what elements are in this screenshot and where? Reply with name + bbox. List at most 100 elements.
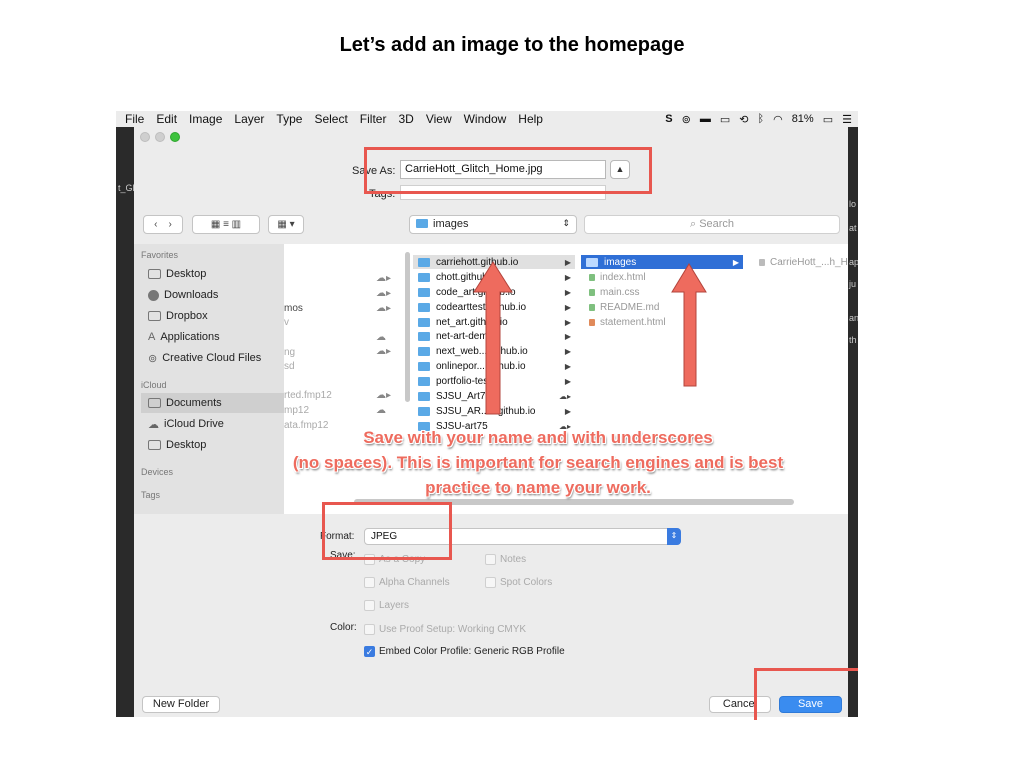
folder-name: SJSU_AR...4.github.io (436, 405, 536, 417)
css-file-icon (589, 288, 595, 296)
file-row[interactable]: statement.html (589, 315, 666, 329)
list-item[interactable]: mos (284, 303, 303, 314)
vertical-scrollbar[interactable] (405, 252, 410, 402)
favorites-heading: Favorites (141, 250, 179, 260)
notification-icon[interactable]: ☰ (842, 113, 852, 126)
sidebar-item-label: Dropbox (166, 310, 208, 322)
zoom-window-button[interactable] (170, 132, 180, 142)
menu-layer[interactable]: Layer (228, 112, 270, 126)
minimize-window-button[interactable] (155, 132, 165, 142)
sidebar-item-documents[interactable]: Documents (141, 393, 284, 413)
checkbox-label: Notes (500, 554, 527, 565)
s-icon[interactable]: S (665, 113, 672, 125)
layers-checkbox[interactable]: Layers (364, 600, 409, 611)
checkbox-label: Embed Color Profile: Generic RGB Profile (379, 646, 565, 657)
chevron-updown-icon: ⇕ (667, 528, 681, 545)
creative-cloud-icon[interactable]: ⊚ (682, 113, 691, 126)
sidebar-item-dropbox[interactable]: Dropbox (141, 306, 284, 326)
folder-icon (418, 331, 430, 341)
back-forward-buttons[interactable]: ‹ › (143, 215, 183, 234)
html-file-icon (589, 318, 595, 326)
menu-window[interactable]: Window (458, 112, 513, 126)
cloud-download-icon[interactable]: ☁▸ (376, 288, 391, 299)
folder-row[interactable]: carriehott.github.io ▶ (413, 255, 575, 269)
folder-name: next_web....github.io (436, 345, 528, 357)
view-mode-buttons[interactable]: ▦ ≡ ▥ (192, 215, 260, 234)
menu-select[interactable]: Select (308, 112, 353, 126)
sidebar-item-label: iCloud Drive (164, 418, 224, 430)
folder-row[interactable]: onlinepor....github.io ▶ (413, 359, 575, 373)
menu-help[interactable]: Help (512, 112, 549, 126)
menu-3d[interactable]: 3D (392, 112, 419, 126)
folder-row[interactable]: code_art.github.io ▶ (413, 285, 575, 299)
cloud-download-icon[interactable]: ☁ (376, 332, 386, 343)
menu-type[interactable]: Type (270, 112, 308, 126)
menu-view[interactable]: View (420, 112, 458, 126)
menu-edit[interactable]: Edit (150, 112, 183, 126)
file-row[interactable]: CarrieHott_...h_H (759, 255, 848, 269)
folder-row[interactable]: portfolio-test ▶ (413, 374, 575, 388)
search-input[interactable]: ⌕ Search (584, 215, 840, 234)
folder-row[interactable]: SJSU_Art74 ☁▸ (413, 389, 575, 403)
folder-icon (416, 219, 428, 228)
cloud-download-icon[interactable]: ☁▸ (376, 303, 391, 314)
airplay-icon[interactable]: ▭ (720, 113, 730, 126)
sidebar-item-desktop[interactable]: Desktop (141, 264, 284, 284)
list-item[interactable]: rted.fmp12 (284, 390, 332, 401)
sidebar-item-label: Desktop (166, 268, 207, 280)
folder-row[interactable]: net-art-demo ▶ (413, 329, 575, 343)
list-item[interactable]: ng (284, 347, 295, 358)
cloud-download-icon[interactable]: ☁ (376, 405, 386, 416)
sidebar-item-creative-cloud[interactable]: ⊚ Creative Cloud Files (141, 348, 284, 368)
folder-row[interactable]: chott.github.io ▶ (413, 270, 575, 284)
wifi-icon[interactable]: ◠ (773, 113, 783, 126)
file-row[interactable]: index.html (589, 270, 646, 284)
annotation-callout: Save with your name and with underscores… (248, 425, 828, 500)
embed-color-profile-checkbox[interactable]: ✓ Embed Color Profile: Generic RGB Profil… (364, 646, 565, 657)
cloud-download-icon[interactable]: ☁▸ (376, 273, 391, 284)
cloud-download-icon[interactable]: ☁▸ (376, 346, 391, 357)
md-file-icon (589, 303, 595, 311)
chevron-right-icon: ▶ (732, 257, 739, 267)
new-folder-button[interactable]: New Folder (142, 696, 220, 713)
folder-row-selected[interactable]: images ▶ (581, 255, 743, 269)
list-item[interactable]: sd (284, 361, 295, 372)
menu-filter[interactable]: Filter (354, 112, 393, 126)
location-select[interactable]: images ⇕ (409, 215, 577, 234)
folder-row[interactable]: SJSU_AR...4.github.io ▶ (413, 404, 575, 418)
menu-file[interactable]: File (116, 112, 150, 126)
folder-name: code_art.github.io (436, 286, 516, 298)
list-item[interactable]: v (284, 317, 289, 328)
html-file-icon (589, 273, 595, 281)
dock-icon[interactable]: ▬ (700, 113, 711, 125)
sidebar-item-applications[interactable]: A Applications (141, 327, 284, 347)
close-window-button[interactable] (140, 132, 150, 142)
spot-colors-checkbox[interactable]: Spot Colors (485, 577, 552, 588)
bluetooth-icon[interactable]: ᛒ (757, 113, 764, 125)
cloud-icon: ☁ (148, 418, 159, 431)
checkbox-label: Use Proof Setup: Working CMYK (379, 624, 527, 635)
menu-bar: File Edit Image Layer Type Select Filter… (116, 111, 858, 127)
folder-row[interactable]: codearttest.github.io ▶ (413, 300, 575, 314)
chevron-right-icon: ▶ (564, 376, 571, 386)
notes-checkbox[interactable]: Notes (485, 554, 526, 565)
file-row[interactable]: README.md (589, 300, 659, 314)
arrange-button[interactable]: ▦ ▾ (268, 215, 304, 234)
menu-image[interactable]: Image (183, 112, 228, 126)
checkbox-box (364, 577, 375, 588)
folder-row[interactable]: next_web....github.io ▶ (413, 344, 575, 358)
folder-row[interactable]: net_art.github.io ▶ (413, 315, 575, 329)
cloud-download-icon[interactable]: ☁▸ (376, 390, 391, 401)
chevron-right-icon: ▶ (564, 317, 571, 327)
file-row[interactable]: main.css (589, 285, 639, 299)
use-proof-setup-checkbox[interactable]: Use Proof Setup: Working CMYK (364, 624, 526, 635)
sidebar-item-downloads[interactable]: Downloads (141, 285, 284, 305)
annotation-line: practice to name your work. (425, 478, 651, 497)
alpha-channels-checkbox[interactable]: Alpha Channels (364, 577, 450, 588)
time-machine-icon[interactable]: ⟲ (739, 113, 748, 126)
file-name: README.md (600, 301, 660, 313)
highlight-save-button (754, 668, 858, 720)
list-item[interactable]: mp12 (284, 405, 309, 416)
sidebar-item-label: Downloads (164, 289, 219, 301)
battery-icon[interactable]: ▭ (823, 113, 833, 126)
